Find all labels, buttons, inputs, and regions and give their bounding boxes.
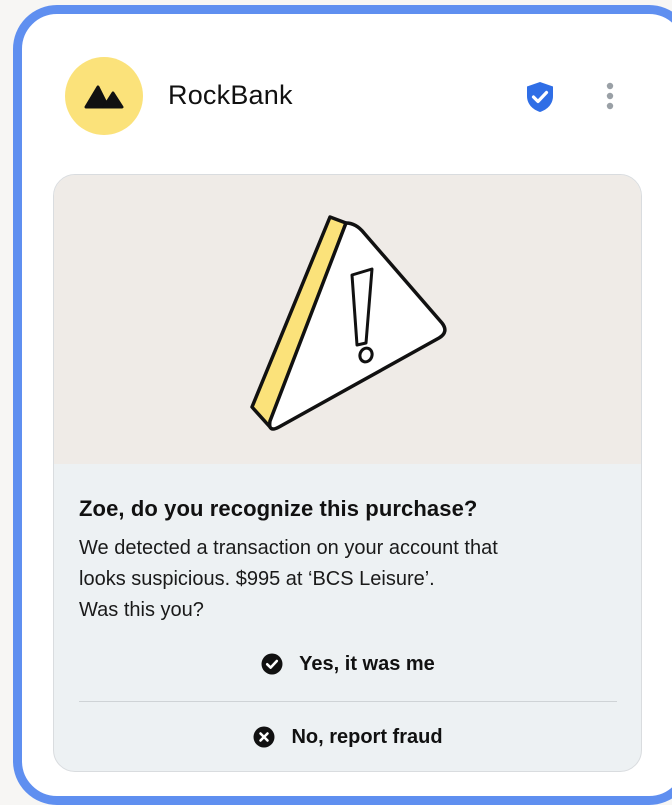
- rockbank-logo: [65, 57, 143, 135]
- fraud-alert-card: Zoe, do you recognize this purchase? We …: [53, 174, 642, 772]
- report-fraud-button[interactable]: No, report fraud: [79, 707, 617, 767]
- app-name: RockBank: [168, 80, 293, 110]
- report-fraud-label: No, report fraud: [291, 725, 443, 748]
- alert-title: Zoe, do you recognize this purchase?: [79, 496, 478, 521]
- action-divider: [79, 701, 617, 702]
- alert-message-line: looks suspicious. $995 at ‘BCS Leisure’.: [79, 568, 435, 590]
- illustration-panel: [54, 175, 641, 464]
- mountain-logo-icon: [84, 85, 124, 109]
- more-vertical-icon[interactable]: [600, 80, 620, 114]
- confirm-purchase-button[interactable]: Yes, it was me: [79, 634, 617, 694]
- confirm-purchase-label: Yes, it was me: [299, 652, 435, 675]
- alert-message-line: Was this you?: [79, 599, 204, 621]
- alert-message: We detected a transaction on your accoun…: [79, 533, 609, 626]
- alert-message-line: We detected a transaction on your accoun…: [79, 537, 498, 559]
- x-circle-icon: [253, 726, 275, 748]
- shield-check-icon: [527, 82, 553, 112]
- check-circle-icon: [261, 653, 283, 675]
- warning-triangle-illustration: [250, 215, 447, 431]
- app-header: RockBank: [0, 0, 672, 160]
